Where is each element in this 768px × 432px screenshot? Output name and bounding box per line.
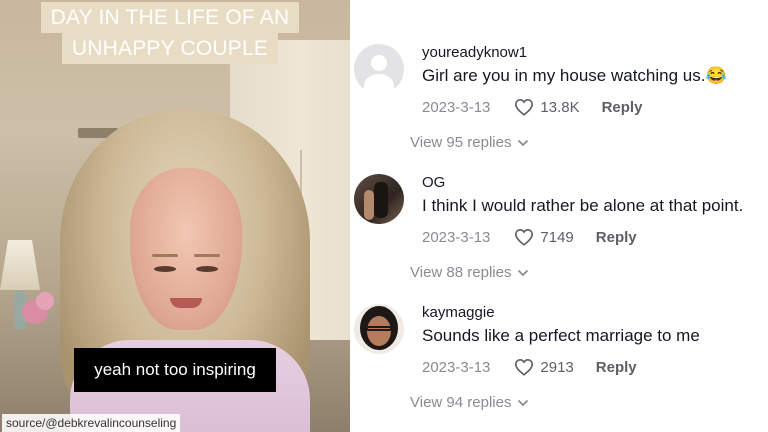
comment-username[interactable]: youreadyknow1 xyxy=(422,44,527,61)
like-heart-icon[interactable] xyxy=(514,358,534,376)
comment-text: I think I would rather be alone at that … xyxy=(422,196,744,215)
view-replies-label: View 88 replies xyxy=(410,264,512,281)
comment-date: 2023-3-13 xyxy=(422,358,491,376)
reply-button[interactable]: Reply xyxy=(596,359,637,376)
avatar-body-shape xyxy=(364,74,394,94)
speaker-face xyxy=(130,168,242,330)
mouth xyxy=(170,298,202,308)
glasses-icon xyxy=(366,326,392,331)
avatar-photo-figure xyxy=(374,182,388,218)
video-title-line-2: UNHAPPY COUPLE xyxy=(61,33,279,64)
eyebrow xyxy=(194,254,220,257)
eyebrow xyxy=(152,254,178,257)
user-avatar[interactable] xyxy=(354,304,404,354)
lamp-icon xyxy=(0,240,40,290)
comment-meta: 2023-3-13 13.8K Reply xyxy=(422,96,642,118)
comment-username[interactable]: OG xyxy=(422,174,445,191)
comment-username[interactable]: kaymaggie xyxy=(422,304,495,321)
view-replies-label: View 95 replies xyxy=(410,134,512,151)
like-count: 7149 xyxy=(540,228,574,246)
comment-date: 2023-3-13 xyxy=(422,98,491,116)
view-replies-button[interactable]: View 88 replies xyxy=(410,264,529,281)
comments-panel: youreadyknow1 Girl are you in my house w… xyxy=(350,0,768,432)
comment-item: OG I think I would rather be alone at th… xyxy=(350,174,768,304)
eye xyxy=(196,266,218,272)
comment-date: 2023-3-13 xyxy=(422,228,491,246)
comment-meta: 2023-3-13 7149 Reply xyxy=(422,226,637,248)
source-credit: source/@debkrevalincounseling xyxy=(2,414,181,432)
comment-item: youreadyknow1 Girl are you in my house w… xyxy=(350,44,768,174)
view-replies-label: View 94 replies xyxy=(410,394,512,411)
video-title-overlay: DAY IN THE LIFE OF AN UNHAPPY COUPLE xyxy=(36,2,304,64)
video-frame[interactable]: DAY IN THE LIFE OF AN UNHAPPY COUPLE yea… xyxy=(0,0,350,432)
video-title-line-1: DAY IN THE LIFE OF AN xyxy=(40,2,300,33)
flowers-decor xyxy=(36,292,54,310)
avatar-photo-face xyxy=(367,316,391,346)
chevron-down-icon xyxy=(517,399,529,407)
default-avatar-icon[interactable] xyxy=(354,44,404,94)
like-count: 13.8K xyxy=(540,98,580,116)
user-avatar[interactable] xyxy=(354,174,404,224)
comment-text: Sounds like a perfect marriage to me xyxy=(422,326,700,345)
view-replies-button[interactable]: View 94 replies xyxy=(410,394,529,411)
chevron-down-icon xyxy=(517,139,529,147)
video-caption: yeah not too inspiring xyxy=(74,348,276,392)
comment-meta: 2023-3-13 2913 Reply xyxy=(422,356,637,378)
reply-button[interactable]: Reply xyxy=(602,99,643,116)
view-replies-button[interactable]: View 95 replies xyxy=(410,134,529,151)
comment-text: Girl are you in my house watching us.😂 xyxy=(422,66,727,85)
eye xyxy=(154,266,176,272)
avatar-photo-figure xyxy=(364,190,374,220)
chevron-down-icon xyxy=(517,269,529,277)
avatar-head-shape xyxy=(371,55,387,71)
comment-item: kaymaggie Sounds like a perfect marriage… xyxy=(350,304,768,432)
like-heart-icon[interactable] xyxy=(514,228,534,246)
like-heart-icon[interactable] xyxy=(514,98,534,116)
reply-button[interactable]: Reply xyxy=(596,229,637,246)
like-count: 2913 xyxy=(540,358,574,376)
